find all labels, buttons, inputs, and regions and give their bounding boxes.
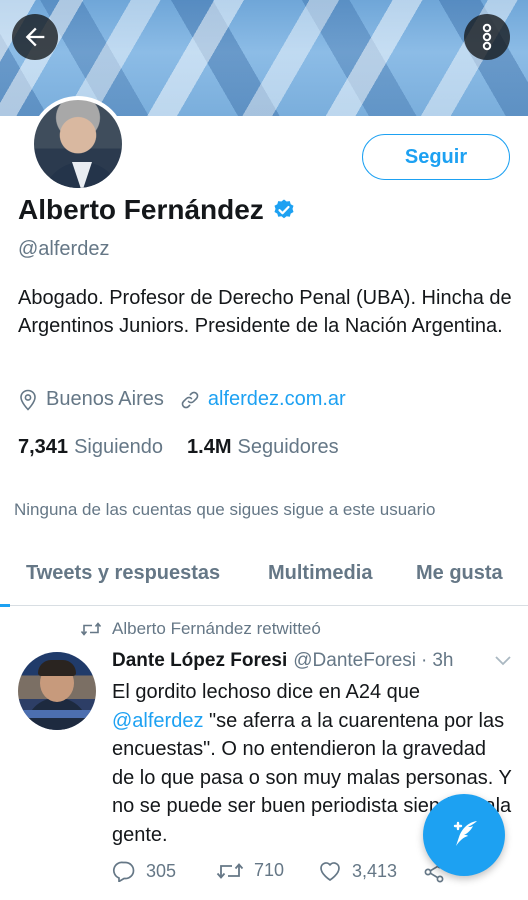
location-pin-icon bbox=[20, 389, 36, 411]
tab-tweets-replies[interactable]: Tweets y respuestas bbox=[26, 562, 220, 585]
tweet-separator: · bbox=[421, 650, 428, 671]
website[interactable]: alferdez.com.ar bbox=[180, 388, 346, 411]
tab-media[interactable]: Multimedia bbox=[268, 562, 372, 585]
more-options-button[interactable] bbox=[464, 14, 510, 60]
retweet-count: 710 bbox=[254, 860, 285, 880]
tab-likes[interactable]: Me gusta bbox=[416, 562, 503, 585]
compose-feather-icon bbox=[453, 821, 477, 846]
avatar-tv-banner bbox=[18, 710, 96, 718]
verified-badge-icon bbox=[274, 199, 294, 219]
follow-button-label: Seguir bbox=[404, 145, 468, 168]
link-icon bbox=[181, 391, 199, 408]
avatar-hair bbox=[38, 660, 76, 676]
retweet-action-icon bbox=[216, 862, 244, 879]
back-button[interactable] bbox=[12, 14, 58, 60]
tweet-mention[interactable]: @alferdez bbox=[112, 710, 203, 732]
more-vertical-icon bbox=[482, 23, 492, 51]
location-text: Buenos Aires bbox=[46, 388, 164, 410]
reply-button[interactable]: 305 bbox=[112, 860, 176, 882]
profile-handle: @alferdez bbox=[18, 238, 110, 260]
tweet-text-before: El gordito lechoso dice en A24 que bbox=[112, 681, 420, 703]
profile-name-row: Alberto Fernández bbox=[18, 194, 296, 226]
mutual-followers-note: Ninguna de las cuentas que sigues sigue … bbox=[14, 500, 436, 519]
heart-icon bbox=[320, 862, 340, 881]
retweet-icon bbox=[80, 622, 102, 636]
tab-indicator bbox=[0, 604, 10, 607]
profile-avatar[interactable] bbox=[30, 96, 126, 192]
like-count: 3,413 bbox=[352, 860, 398, 881]
location: Buenos Aires bbox=[18, 388, 164, 411]
tweet-time: 3h bbox=[432, 650, 454, 671]
tweet-header: Dante López Foresi @DanteForesi · 3h bbox=[112, 650, 454, 672]
tweet-author-avatar[interactable] bbox=[18, 652, 96, 730]
reply-icon bbox=[112, 861, 135, 882]
chevron-down-icon[interactable] bbox=[494, 654, 512, 668]
profile-bio: Abogado. Profesor de Derecho Penal (UBA)… bbox=[18, 287, 512, 337]
retweet-context-text: Alberto Fernández retwitteó bbox=[112, 619, 321, 638]
retweet-button[interactable]: 710 bbox=[216, 860, 284, 881]
followers-label[interactable]: Seguidores bbox=[238, 436, 339, 459]
following-count[interactable]: 7,341 bbox=[18, 436, 68, 459]
profile-name: Alberto Fernández bbox=[18, 194, 264, 225]
reply-count: 305 bbox=[146, 860, 177, 881]
compose-tweet-button[interactable] bbox=[423, 794, 505, 876]
following-label[interactable]: Siguiendo bbox=[74, 436, 163, 459]
follow-counts: 7,341 Siguiendo 1.4M Seguidores bbox=[18, 436, 363, 459]
like-button[interactable]: 3,413 bbox=[318, 860, 397, 882]
tweet-author-name[interactable]: Dante López Foresi bbox=[112, 650, 287, 672]
retweet-context: Alberto Fernández retwitteó bbox=[80, 619, 321, 639]
follow-button[interactable]: Seguir bbox=[362, 134, 510, 180]
followers-count[interactable]: 1.4M bbox=[187, 436, 231, 459]
website-link[interactable]: alferdez.com.ar bbox=[208, 388, 346, 411]
tweet-author-handle[interactable]: @DanteForesi bbox=[293, 650, 416, 672]
profile-tabs: Tweets y respuestas Multimedia Me gusta bbox=[0, 550, 528, 607]
profile-meta: Buenos Aires alferdez.com.ar bbox=[18, 388, 362, 411]
arrow-left-icon bbox=[25, 27, 45, 47]
